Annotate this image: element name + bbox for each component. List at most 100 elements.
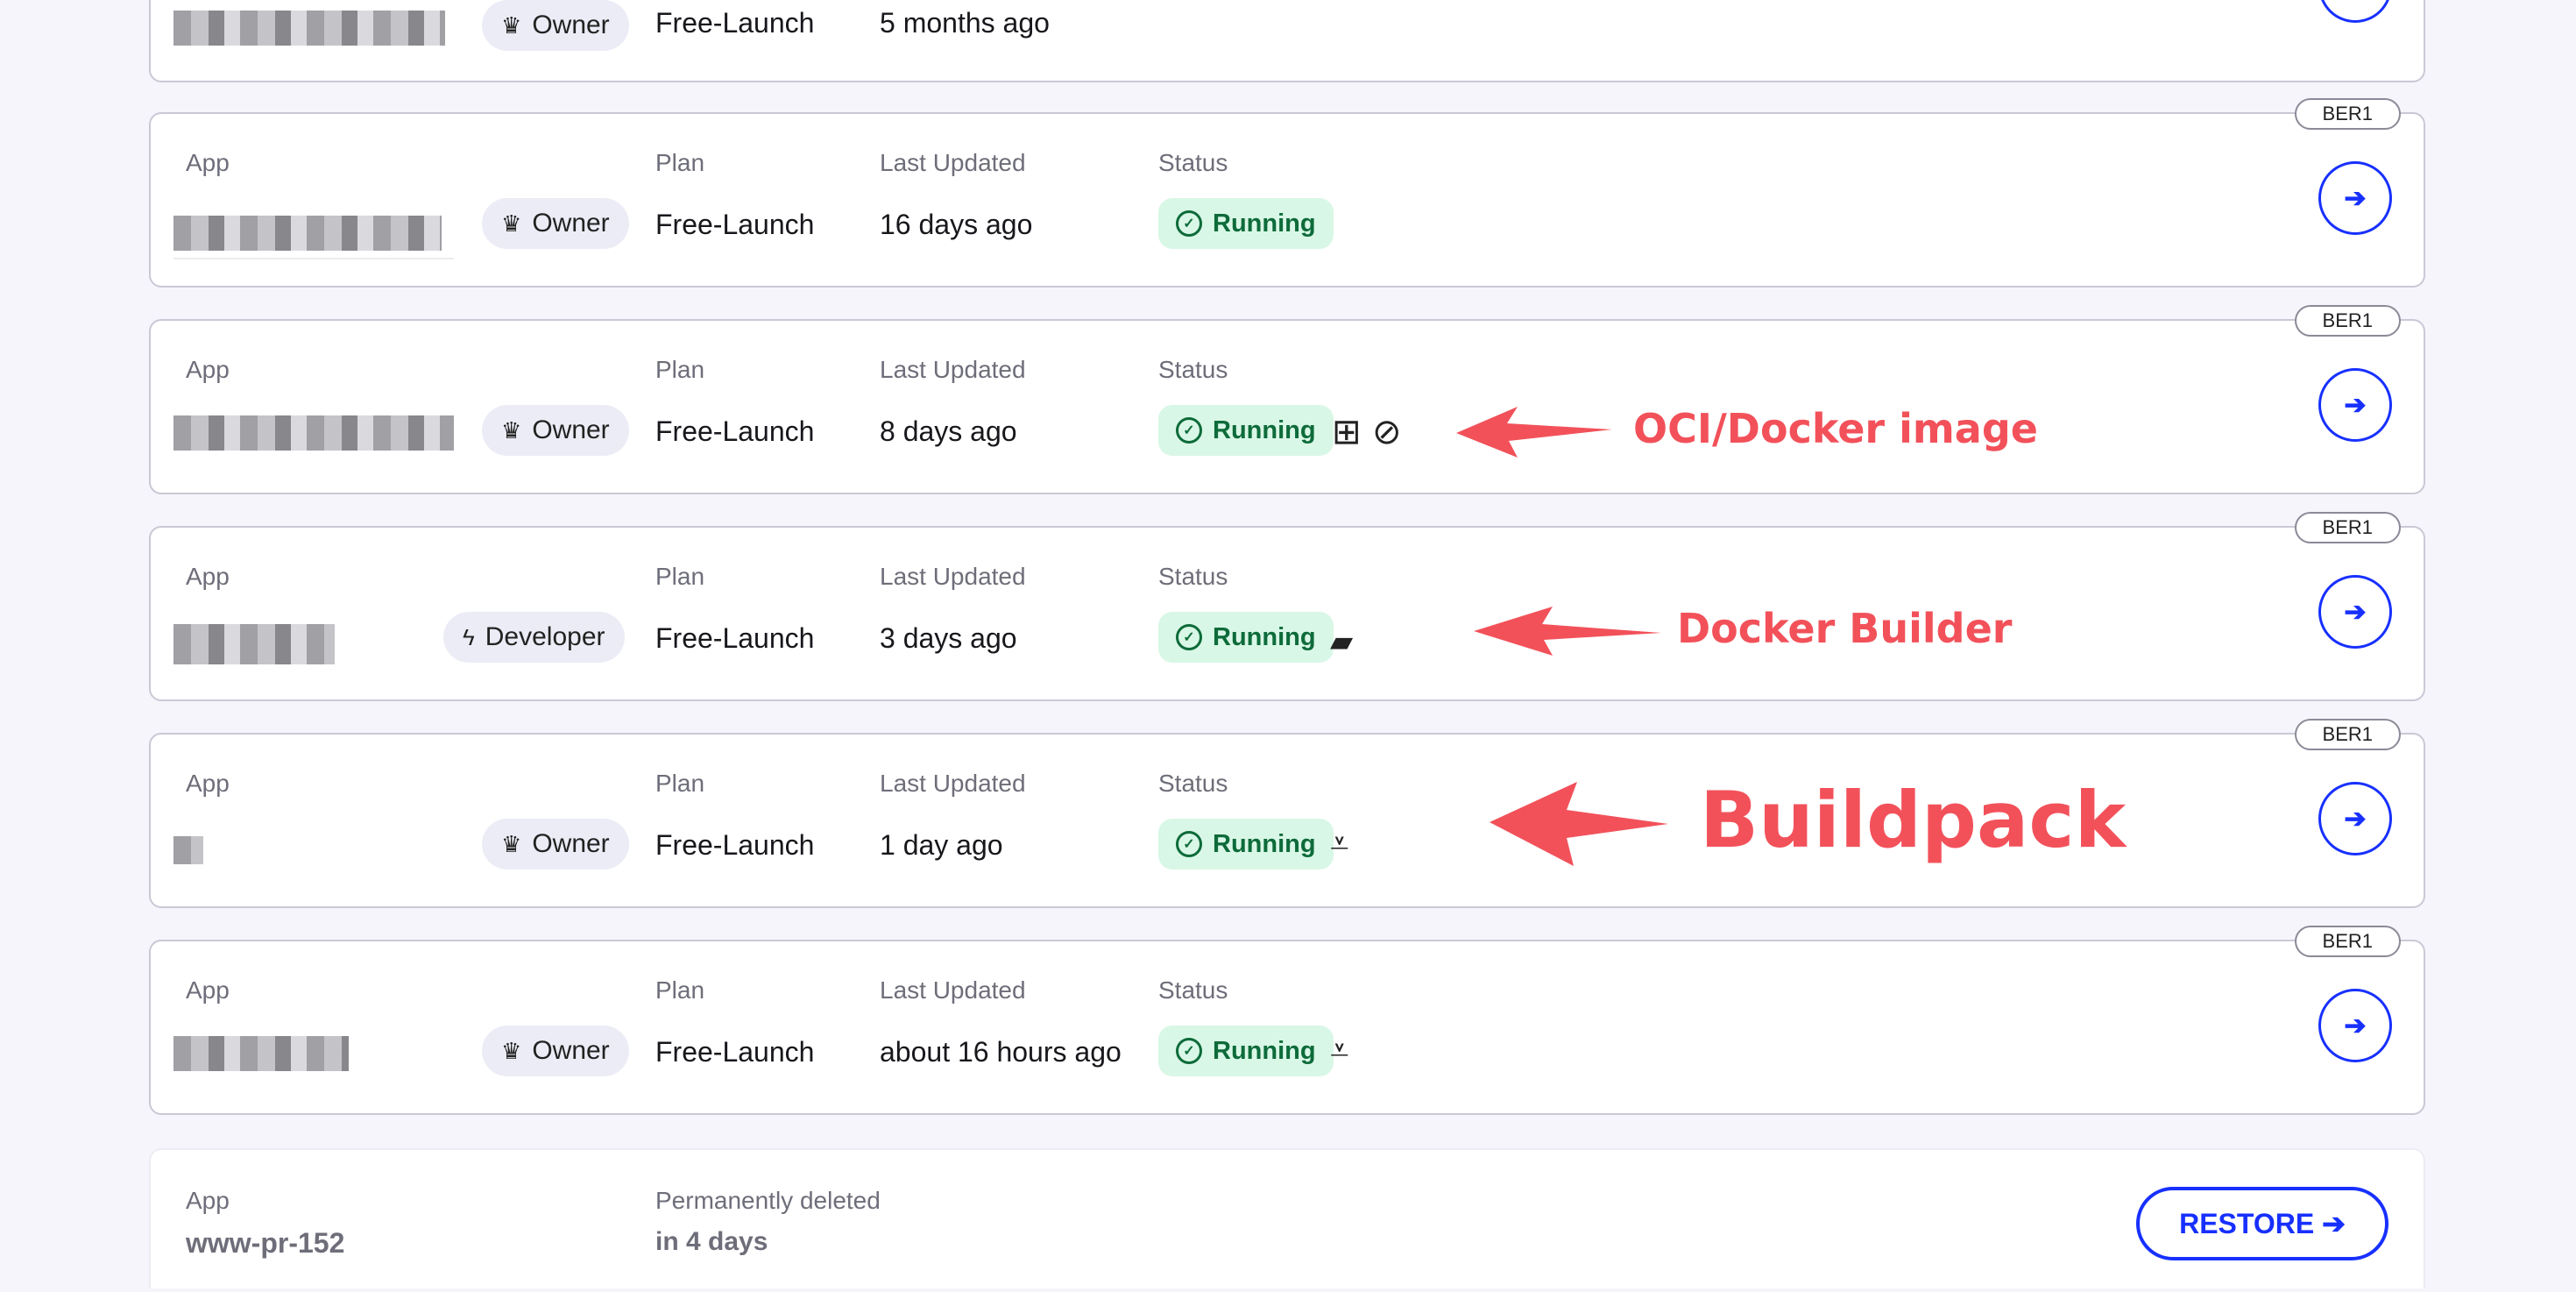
app-card: BER1 App Plan Last Updated Status ♛ Owne… <box>149 98 2425 288</box>
deleted-label: Permanently deleted <box>655 1187 881 1214</box>
role-badge: ♛ Owner <box>482 0 629 51</box>
app-label: App <box>186 149 230 176</box>
app-label: App <box>186 356 230 383</box>
divider <box>173 258 454 259</box>
check-circle-icon: ✓ <box>1176 831 1202 857</box>
annotation-docker: Docker Builder <box>1677 605 2013 652</box>
app-label: App <box>186 976 230 1004</box>
role-label: Owner <box>532 829 610 858</box>
role-label: Owner <box>532 11 610 39</box>
crown-icon: ♛ <box>501 830 522 857</box>
plan-label: Plan <box>655 770 705 797</box>
status-label: Status <box>1158 976 1228 1004</box>
crown-icon: ♛ <box>501 416 522 444</box>
region-badge: BER1 <box>2294 512 2401 543</box>
app-label: App <box>186 563 230 590</box>
updated-value: 8 days ago <box>880 415 1017 447</box>
role-label: Developer <box>485 622 605 651</box>
deleted-app-name: www-pr-152 <box>186 1227 345 1259</box>
status-text: Running <box>1213 622 1316 651</box>
plan-value: Free-Launch <box>655 829 815 861</box>
updated-value: about 16 hours ago <box>880 1036 1122 1068</box>
role-badge: ϟ Developer <box>443 612 625 663</box>
check-circle-icon: ✓ <box>1176 624 1202 650</box>
plan-value: Free-Launch <box>655 622 815 654</box>
plan-label: Plan <box>655 563 705 590</box>
status-badge: ✓ Running <box>1158 405 1334 456</box>
updated-label: Last Updated <box>880 770 1026 797</box>
updated-label: Last Updated <box>880 563 1026 590</box>
plan-value: Free-Launch <box>655 1036 815 1068</box>
open-app-button[interactable]: ➔ <box>2318 989 2392 1062</box>
role-label: Owner <box>532 209 610 238</box>
open-app-button[interactable]: ➔ <box>2318 782 2392 855</box>
status-badge: ✓ Running <box>1158 1026 1334 1076</box>
app-label: App <box>186 1187 230 1214</box>
app-name-redacted <box>173 11 445 46</box>
role-badge: ♛ Owner <box>482 1026 629 1076</box>
updated-value: 16 days ago <box>880 209 1033 240</box>
annotation-buildpack: Buildpack <box>1700 775 2127 865</box>
open-app-button[interactable]: ➔ <box>2318 575 2392 649</box>
buildpack-icon: ⩡ <box>1330 1033 1349 1069</box>
region-badge: BER1 <box>2294 305 2401 337</box>
status-text: Running <box>1213 209 1316 238</box>
open-app-button[interactable]: ➔ <box>2318 161 2392 235</box>
restore-button[interactable]: RESTORE ➔ <box>2136 1187 2388 1260</box>
crown-icon: ♛ <box>501 11 522 39</box>
open-app-button[interactable]: ➔ <box>2318 0 2392 23</box>
status-text: Running <box>1213 415 1316 444</box>
deleted-app-card: App www-pr-152 Permanently deleted in 4 … <box>149 1148 2425 1288</box>
plan-label: Plan <box>655 976 705 1004</box>
region-badge: BER1 <box>2294 719 2401 750</box>
crown-icon: ♛ <box>501 209 522 237</box>
status-label: Status <box>1158 563 1228 590</box>
role-label: Owner <box>532 415 610 444</box>
check-circle-icon: ✓ <box>1176 417 1202 444</box>
oci-image-icon: ⊞ <box>1332 413 1362 451</box>
role-badge: ♛ Owner <box>482 405 629 456</box>
updated-label: Last Updated <box>880 356 1026 383</box>
docker-icon: ▰ <box>1330 625 1354 658</box>
updated-value: 3 days ago <box>880 622 1017 654</box>
plan-value: Free-Launch <box>655 209 815 240</box>
status-label: Status <box>1158 770 1228 797</box>
globe-off-icon: ⊘ <box>1372 413 1402 451</box>
check-circle-icon: ✓ <box>1176 1038 1202 1064</box>
region-badge: BER1 <box>2294 926 2401 957</box>
app-card: BER1 App Plan Last Updated Status ♛ Owne… <box>149 305 2425 494</box>
status-badge: ✓ Running <box>1158 819 1334 870</box>
status-label: Status <box>1158 149 1228 176</box>
app-label: App <box>186 770 230 797</box>
plan-value: Free-Launch <box>655 415 815 447</box>
app-card: BER1 App Plan Last Updated Status ♛ Owne… <box>149 926 2425 1115</box>
role-badge: ♛ Owner <box>482 198 629 249</box>
app-name-redacted <box>173 624 335 664</box>
crown-icon: ♛ <box>501 1037 522 1064</box>
bolt-icon: ϟ <box>463 623 475 650</box>
app-name-redacted <box>173 216 442 251</box>
deleted-when: in 4 days <box>655 1227 768 1256</box>
open-app-button[interactable]: ➔ <box>2318 368 2392 442</box>
region-badge: BER1 <box>2294 98 2401 130</box>
updated-value: 5 months ago <box>880 7 1050 39</box>
status-badge: ✓ Running <box>1158 612 1334 663</box>
app-name-redacted <box>173 415 454 451</box>
status-label: Status <box>1158 356 1228 383</box>
role-badge: ♛ Owner <box>482 819 629 870</box>
updated-label: Last Updated <box>880 149 1026 176</box>
check-circle-icon: ✓ <box>1176 210 1202 237</box>
buildpack-icon: ⩡ <box>1330 826 1349 863</box>
app-card-top: ♛ Owner Free-Launch 5 months ago ➔ <box>149 0 2425 82</box>
updated-value: 1 day ago <box>880 829 1003 861</box>
updated-label: Last Updated <box>880 976 1026 1004</box>
annotation-oci: OCI/Docker image <box>1633 405 2038 452</box>
app-name-redacted <box>173 836 203 864</box>
plan-value: Free-Launch <box>655 7 815 39</box>
app-name-redacted <box>173 1036 349 1071</box>
role-label: Owner <box>532 1036 610 1065</box>
status-text: Running <box>1213 1036 1316 1065</box>
status-badge: ✓ Running <box>1158 198 1334 249</box>
plan-label: Plan <box>655 149 705 176</box>
status-text: Running <box>1213 829 1316 858</box>
